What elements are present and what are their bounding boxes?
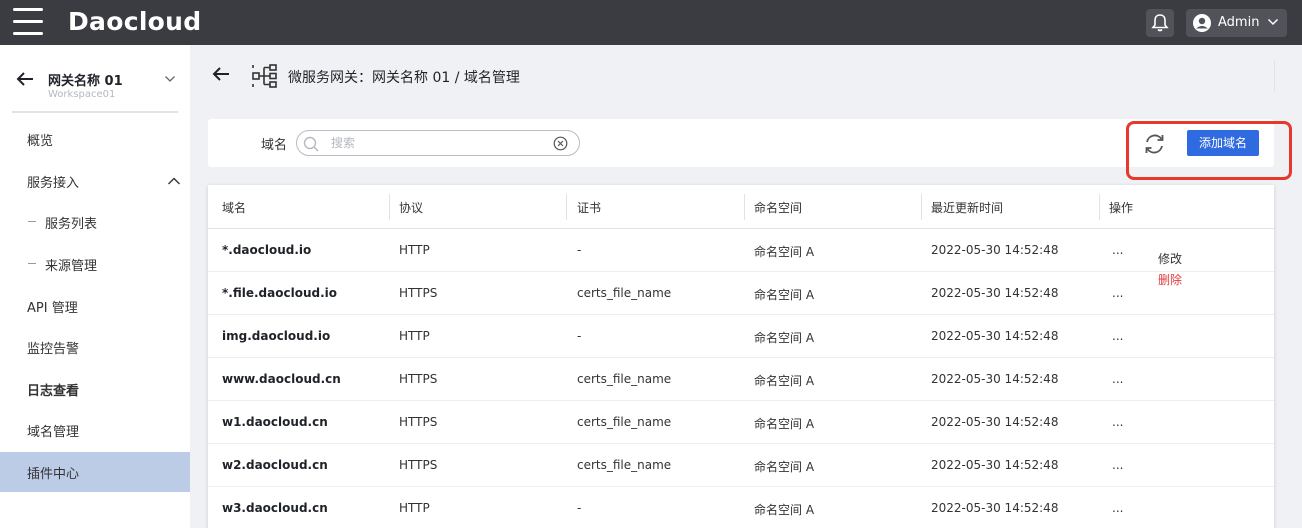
more-actions-icon[interactable]: ...	[1112, 458, 1123, 472]
domain-cell: *.file.daocloud.io	[222, 286, 337, 300]
page-title: 微服务网关：网关名称 01 / 域名管理	[288, 70, 520, 86]
more-actions-icon[interactable]: ...	[1112, 372, 1123, 386]
back-arrow-icon[interactable]	[212, 66, 230, 82]
domain-cell: www.daocloud.cn	[222, 372, 341, 386]
protocol-cell: HTTP	[399, 329, 430, 343]
sidebar-item-api-management[interactable]: API 管理	[0, 286, 190, 326]
filter-bar: 域名	[208, 119, 1274, 167]
cert-cell: -	[577, 501, 582, 515]
sidebar: 网关名称 01 Workspace01 概览 服务接入 服务列表 来源管理 AP…	[0, 45, 190, 528]
table-row: *.daocloud.io HTTP - 命名空间 A 2022-05-30 1…	[208, 229, 1274, 272]
namespace-cell: 命名空间 A	[754, 331, 815, 345]
namespace-cell: 命名空间 A	[754, 288, 815, 302]
table-row: *.file.daocloud.io HTTPS certs_file_name…	[208, 272, 1274, 315]
time-cell: 2022-05-30 14:52:48	[931, 458, 1059, 472]
edit-action[interactable]: 修改	[1158, 250, 1182, 267]
col-protocol[interactable]: 协议	[399, 199, 423, 216]
domain-cell: w3.daocloud.cn	[222, 501, 328, 515]
protocol-cell: HTTPS	[399, 372, 438, 386]
more-actions-icon[interactable]: ...	[1112, 286, 1123, 300]
cert-cell: certs_file_name	[577, 458, 672, 472]
menu-icon[interactable]	[13, 8, 43, 36]
namespace-cell: 命名空间 A	[754, 417, 815, 431]
namespace-cell: 命名空间 A	[754, 374, 815, 388]
annotation-highlight-box	[1126, 121, 1292, 180]
time-cell: 2022-05-30 14:52:48	[931, 243, 1059, 257]
namespace-cell: 命名空间 A	[754, 460, 815, 474]
search-box[interactable]	[296, 130, 580, 156]
domain-cell: *.daocloud.io	[222, 243, 312, 257]
domain-cell: w2.daocloud.cn	[222, 458, 328, 472]
workspace-name: 网关名称 01	[48, 74, 123, 89]
filter-label: 域名	[261, 138, 288, 153]
time-cell: 2022-05-30 14:52:48	[931, 415, 1059, 429]
cert-cell: certs_file_name	[577, 286, 672, 300]
chevron-down-icon	[1267, 18, 1279, 26]
more-actions-icon[interactable]: ...	[1112, 501, 1123, 515]
sidebar-item-plugin-center[interactable]: 插件中心	[0, 452, 190, 492]
protocol-cell: HTTPS	[399, 415, 438, 429]
more-actions-icon[interactable]: ...	[1112, 243, 1123, 257]
cert-cell: -	[577, 243, 582, 257]
namespace-cell: 命名空间 A	[754, 503, 815, 517]
table-row: w1.daocloud.cn HTTPS certs_file_name 命名空…	[208, 401, 1274, 444]
protocol-cell: HTTP	[399, 243, 430, 257]
clear-icon[interactable]	[553, 136, 568, 151]
user-avatar-icon	[1193, 14, 1211, 32]
cert-cell: certs_file_name	[577, 415, 672, 429]
gateway-icon	[252, 64, 277, 88]
more-actions-icon[interactable]: ...	[1112, 415, 1123, 429]
time-cell: 2022-05-30 14:52:48	[931, 329, 1059, 343]
user-name: Admin	[1218, 15, 1260, 30]
top-bar: Daocloud Admin	[0, 0, 1302, 45]
domain-table: 域名 协议 证书 命名空间 最近更新时间 操作 *.daocloud.io HT…	[208, 185, 1274, 528]
col-actions: 操作	[1109, 201, 1134, 215]
col-namespace[interactable]: 命名空间	[754, 199, 802, 216]
search-input[interactable]	[331, 134, 541, 152]
table-row: w3.daocloud.cn HTTP - 命名空间 A 2022-05-30 …	[208, 487, 1274, 528]
col-domain[interactable]: 域名	[222, 199, 246, 216]
protocol-cell: HTTPS	[399, 286, 438, 300]
time-cell: 2022-05-30 14:52:48	[931, 501, 1059, 515]
sidebar-item-service-access[interactable]: 服务接入	[0, 161, 190, 201]
col-cert[interactable]: 证书	[577, 199, 601, 216]
notification-bell-icon[interactable]	[1146, 9, 1174, 37]
delete-action[interactable]: 删除	[1158, 271, 1182, 288]
back-arrow-icon[interactable]	[16, 71, 34, 87]
more-actions-icon[interactable]: ...	[1112, 329, 1123, 343]
protocol-cell: HTTP	[399, 501, 430, 515]
time-cell: 2022-05-30 14:52:48	[931, 372, 1059, 386]
col-updated-time[interactable]: 最近更新时间	[931, 199, 1003, 216]
table-header: 域名 协议 证书 命名空间 最近更新时间 操作	[208, 185, 1274, 229]
sidebar-item-monitoring-alerts[interactable]: 监控告警	[0, 327, 190, 367]
cert-cell: -	[577, 329, 582, 343]
time-cell: 2022-05-30 14:52:48	[931, 286, 1059, 300]
workspace-subtitle: Workspace01	[48, 89, 116, 100]
user-menu[interactable]: Admin	[1186, 9, 1287, 37]
domain-cell: w1.daocloud.cn	[222, 415, 328, 429]
sidebar-item-overview[interactable]: 概览	[0, 119, 190, 159]
table-row: img.daocloud.io HTTP - 命名空间 A 2022-05-30…	[208, 315, 1274, 358]
chevron-down-icon	[165, 76, 175, 82]
protocol-cell: HTTPS	[399, 458, 438, 472]
sidebar-item-source-management[interactable]: 来源管理	[0, 244, 190, 284]
header-divider	[1274, 60, 1275, 92]
sidebar-item-domain-management[interactable]: 域名管理	[0, 410, 190, 450]
search-icon	[303, 136, 319, 152]
brand-logo[interactable]: Daocloud	[68, 7, 201, 36]
workspace-selector[interactable]: 网关名称 01 Workspace01	[12, 67, 178, 113]
sidebar-item-log-view[interactable]: 日志查看	[0, 369, 190, 409]
namespace-cell: 命名空间 A	[754, 245, 815, 259]
table-row: w2.daocloud.cn HTTPS certs_file_name 命名空…	[208, 444, 1274, 487]
cert-cell: certs_file_name	[577, 372, 672, 386]
sidebar-item-service-list[interactable]: 服务列表	[0, 202, 190, 242]
chevron-up-icon	[168, 177, 180, 185]
table-row: www.daocloud.cn HTTPS certs_file_name 命名…	[208, 358, 1274, 401]
domain-cell: img.daocloud.io	[222, 329, 331, 343]
